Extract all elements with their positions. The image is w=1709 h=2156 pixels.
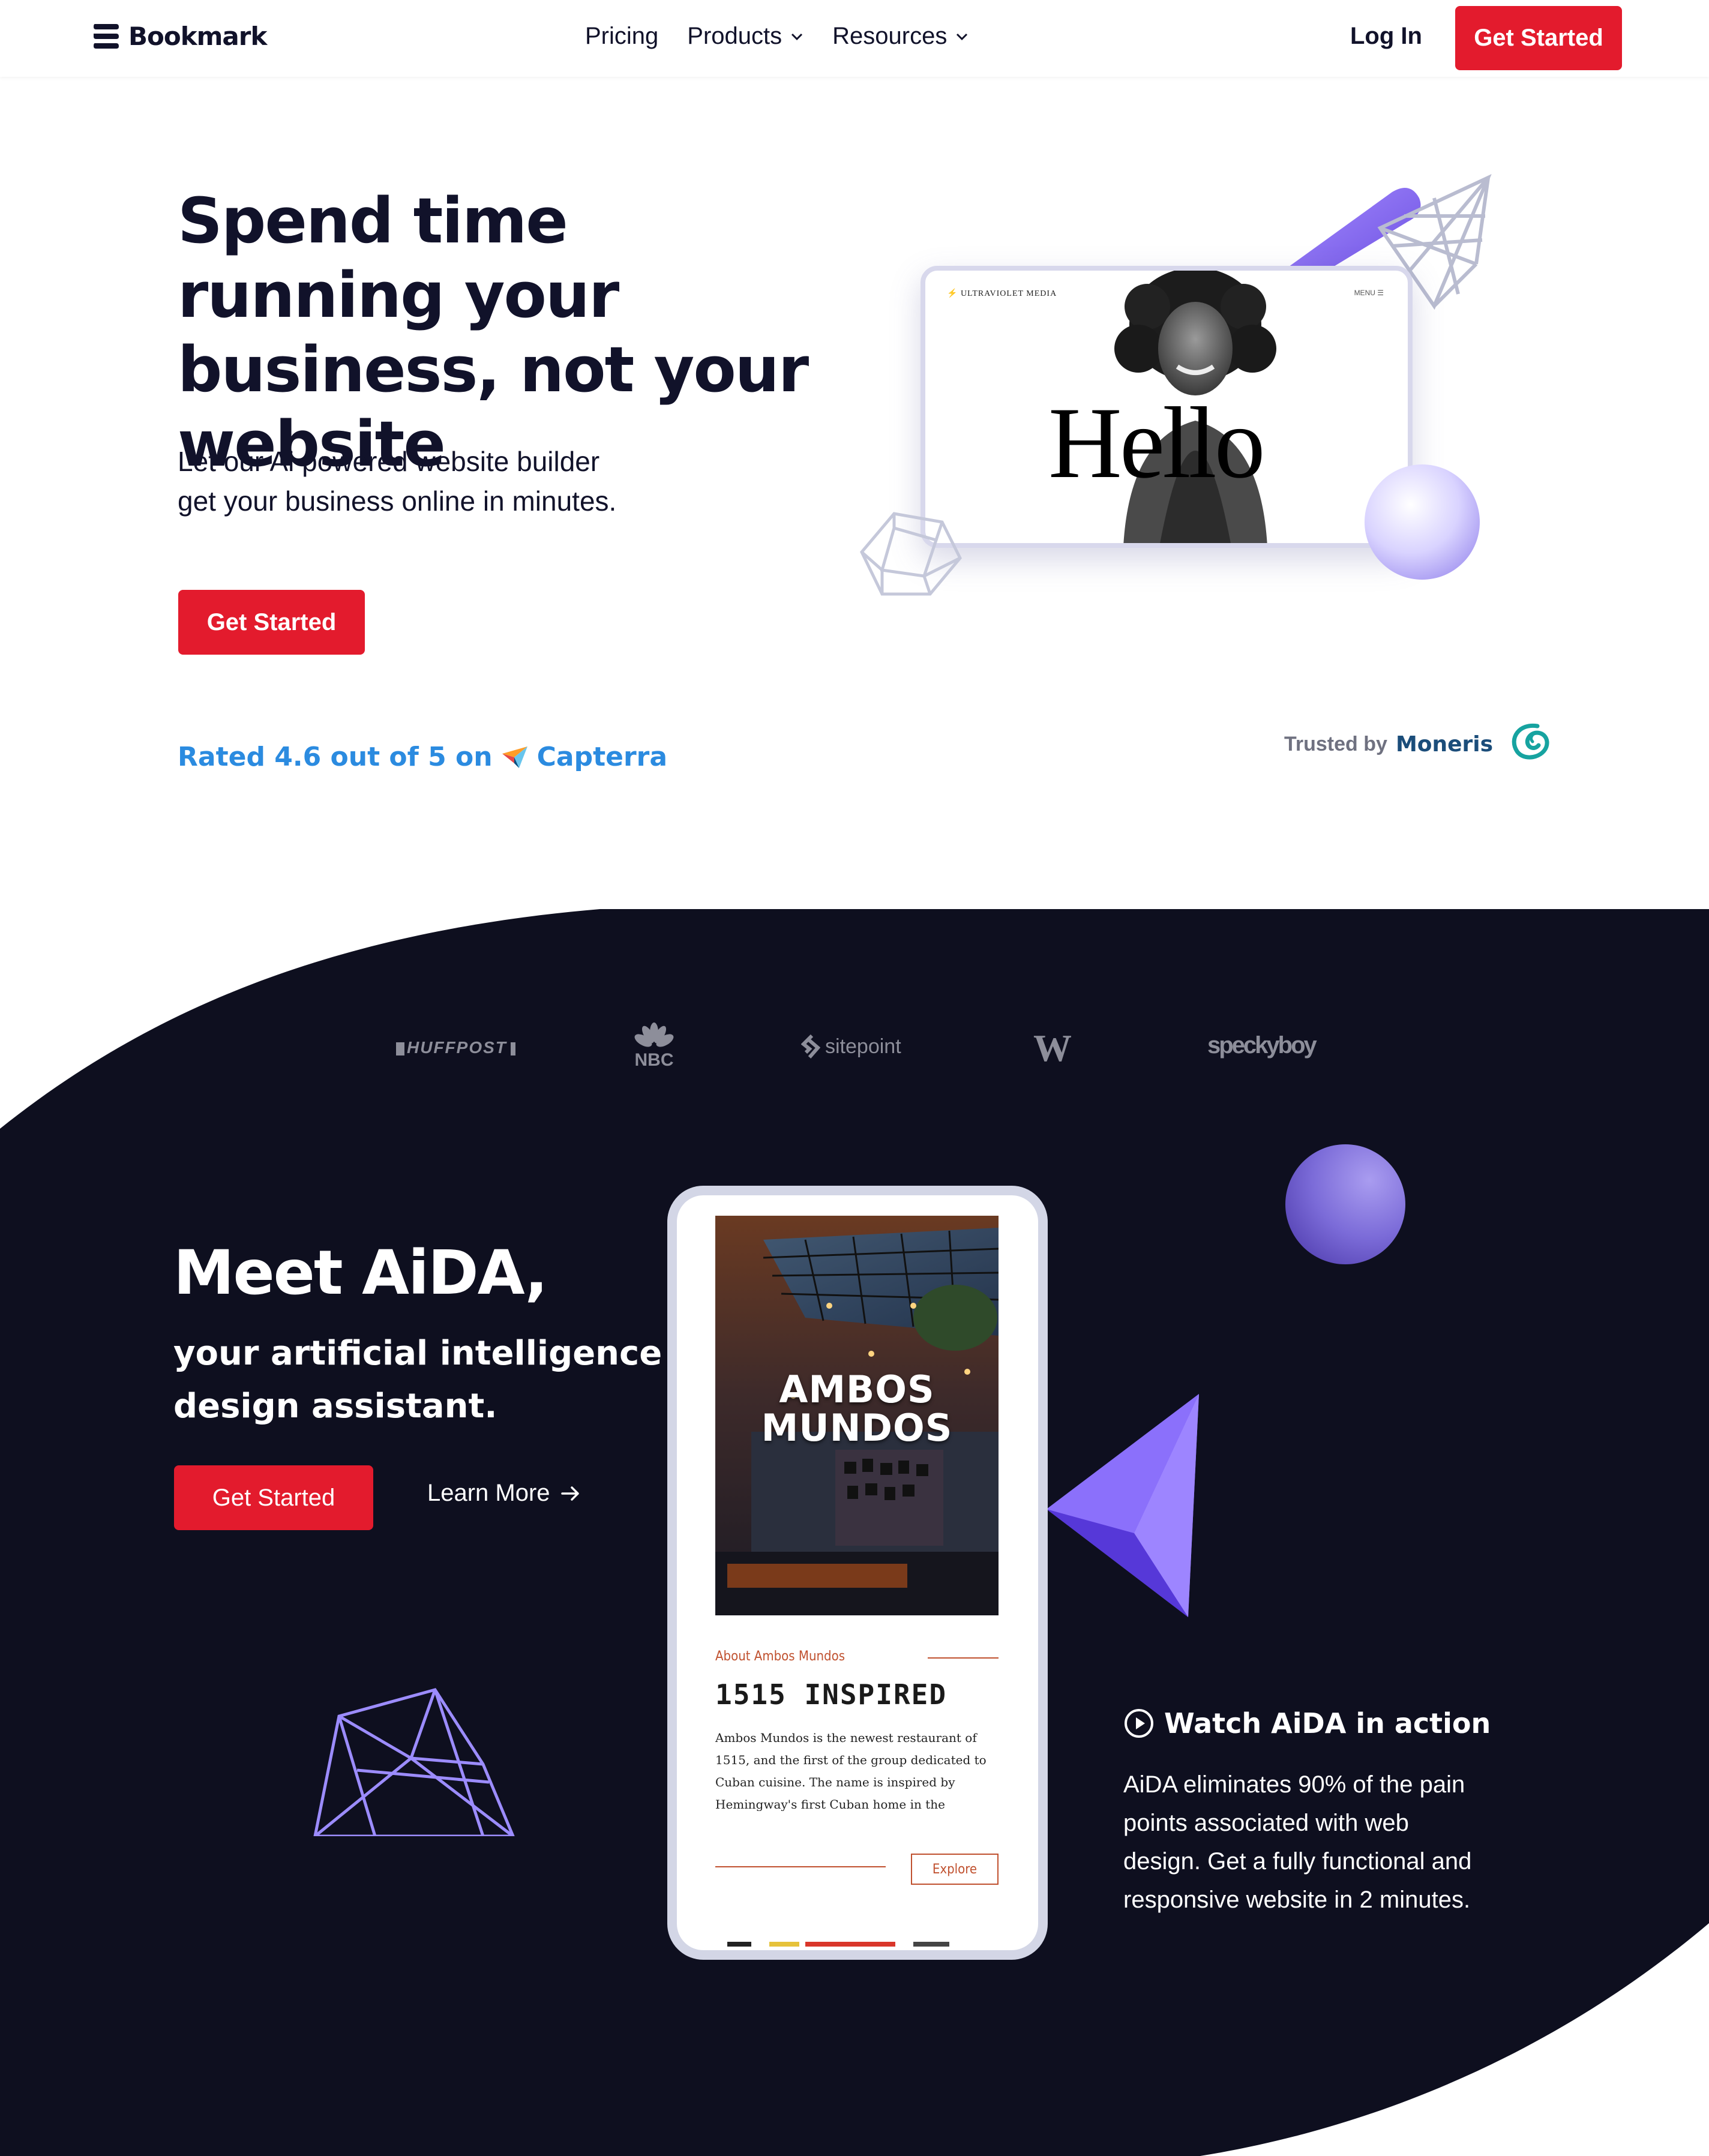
capterra-rating-link[interactable]: Rated 4.6 out of 5 on Capterra (178, 742, 667, 772)
purple-pyramid-shape (1047, 1394, 1199, 1617)
trusted-by-badge: Trusted by Moneris (1284, 720, 1555, 768)
nav-item-label: Pricing (585, 23, 659, 49)
aida-description: AiDA eliminates 90% of the pain points a… (1123, 1771, 1472, 1913)
huffpost-logo: HUFFPOST (396, 1038, 515, 1057)
nbc-peacock-icon (634, 1022, 674, 1047)
rating-text: Rated 4.6 out of 5 on (178, 742, 493, 772)
website-mockup: ⚡ ULTRAVIOLET MEDIA MENU ☰ Hello (921, 266, 1413, 548)
hero-subtitle-line: Let our Ai powered website builder (178, 446, 600, 477)
nbc-logo: NBC (630, 1022, 678, 1069)
nav-item-pricing[interactable]: Pricing (585, 23, 658, 50)
mockup-menu-text: MENU (1354, 289, 1375, 297)
rating-brand: Capterra (536, 742, 668, 772)
main-menu: Pricing Products Resources (585, 23, 969, 50)
wireframe-gem-shape (860, 512, 962, 596)
login-link[interactable]: Log In (1350, 23, 1422, 50)
speckyboy-logo: speckyboy (1207, 1032, 1317, 1058)
restaurant-name-overlay: AMBOS MUNDOS (715, 1371, 999, 1447)
bookmark-logo-icon (94, 24, 119, 49)
learn-more-label: Learn More (427, 1480, 550, 1506)
restaurant-name-line: MUNDOS (761, 1406, 953, 1450)
sitepoint-icon (801, 1034, 820, 1058)
trusted-label: Trusted by (1284, 732, 1387, 755)
huffpost-logo-text: HUFFPOST (407, 1038, 507, 1057)
hero-subtitle-line: get your business online in minutes. (178, 485, 617, 517)
phone-body-text: Ambos Mundos is the newest restaurant of… (715, 1731, 987, 1811)
aida-get-started-button[interactable]: Get Started (174, 1465, 373, 1530)
arrow-right-icon (560, 1486, 579, 1501)
hero-get-started-button[interactable]: Get Started (178, 590, 365, 655)
wireframe-polyhedron-shape (313, 1688, 515, 1836)
nav-item-label: Resources (832, 23, 948, 49)
mockup-menu: MENU ☰ (1354, 289, 1384, 297)
hero-subtitle: Let our Ai powered website builder get y… (178, 442, 706, 521)
sitepoint-logo: sitepoint (801, 1034, 901, 1058)
restaurant-photo: AMBOS MUNDOS (715, 1216, 999, 1615)
phone-bottom-strip (727, 1942, 949, 1947)
nav-item-products[interactable]: Products (687, 23, 803, 50)
aida-subtitle: your artificial intelligence design assi… (173, 1334, 662, 1426)
nav-get-started-button[interactable]: Get Started (1455, 6, 1622, 70)
chevron-down-icon (791, 33, 803, 40)
phone-mockup: AMBOS MUNDOS About Ambos Mundos 1515 INS… (667, 1186, 1048, 1960)
press-logo-strip: HUFFPOST NBC sitepoint W speckyboy (0, 1014, 1709, 1080)
nav-item-resources[interactable]: Resources (832, 23, 969, 50)
moneris-wordmark: Moneris (1395, 731, 1494, 757)
restaurant-name-line: AMBOS (779, 1368, 935, 1411)
phone-divider (715, 1866, 886, 1867)
top-navigation: Bookmark Pricing Products Resources Log … (0, 0, 1709, 77)
learn-more-link[interactable]: Learn More (427, 1480, 581, 1507)
lavender-sphere-shape (1365, 464, 1480, 580)
mockup-brand: ⚡ ULTRAVIOLET MEDIA (947, 289, 1057, 298)
play-circle-icon (1125, 1709, 1153, 1738)
watch-aida-link[interactable]: Watch AiDA in action (1123, 1707, 1491, 1740)
hero-title: Spend time running your business, not yo… (178, 184, 809, 481)
mockup-hello-headline: Hello (1048, 386, 1266, 499)
capterra-logo-icon (502, 746, 527, 768)
purple-sphere-shape (1285, 1144, 1405, 1264)
phone-heading: 1515 INSPIRED (715, 1678, 948, 1711)
explore-button[interactable]: Explore (911, 1854, 999, 1885)
moneris-swirl-icon (1512, 723, 1549, 760)
sitepoint-logo-text: sitepoint (825, 1034, 901, 1058)
chevron-down-icon (957, 33, 968, 40)
aida-title: Meet AiDA, (173, 1237, 548, 1309)
nbc-logo-text: NBC (634, 1050, 674, 1070)
brand-logo-link[interactable]: Bookmark (92, 18, 267, 54)
brand-name: Bookmark (128, 21, 267, 51)
w-logo: W (1033, 1027, 1072, 1069)
about-divider (928, 1657, 999, 1659)
about-label: About Ambos Mundos (715, 1649, 845, 1664)
nav-item-label: Products (687, 23, 782, 49)
watch-aida-label: Watch AiDA in action (1164, 1707, 1491, 1740)
mockup-brand-text: ULTRAVIOLET MEDIA (960, 289, 1057, 298)
